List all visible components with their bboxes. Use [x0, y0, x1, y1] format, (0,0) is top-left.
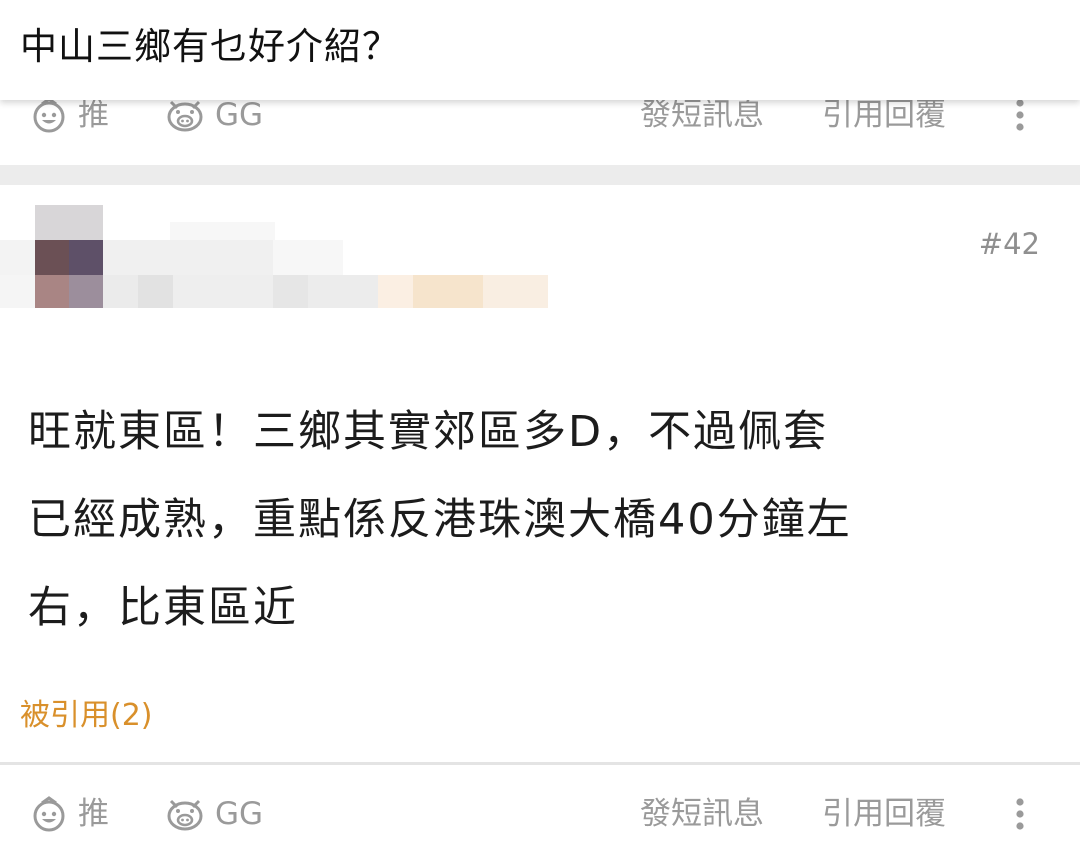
gg-button[interactable]: GG: [165, 794, 263, 834]
post-content-line: 已經成熟，重點係反港珠澳大橋40分鐘左: [28, 495, 852, 545]
push-label: 推: [78, 97, 109, 133]
gg-label: GG: [215, 796, 264, 832]
blurred-avatar[interactable]: [0, 200, 560, 320]
more-options-button[interactable]: [1008, 794, 1032, 834]
quote-reply-button[interactable]: 引用回覆: [822, 95, 946, 135]
send-message-button[interactable]: 發短訊息: [640, 794, 764, 834]
push-label: 推: [78, 796, 109, 832]
push-button[interactable]: 推: [30, 794, 109, 834]
vertical-dots-icon: [1015, 797, 1025, 831]
post-content-line: 右，比東區近: [28, 583, 298, 633]
post-content: 旺就東區！三鄉其實郊區多D，不過佩套 已經成熟，重點係反港珠澳大橋40分鐘左 右…: [28, 388, 1053, 652]
vertical-dots-icon: [1015, 98, 1025, 132]
more-options-button[interactable]: [1008, 95, 1032, 135]
post-action-bar: 推 GG 發短訊息 引用回覆: [0, 783, 1080, 845]
gg-button[interactable]: GG: [165, 95, 263, 135]
gg-label: GG: [215, 97, 264, 133]
push-button[interactable]: 推: [30, 95, 109, 135]
quoted-by-link[interactable]: 被引用(2): [20, 692, 153, 740]
post-content-line: 旺就東區！三鄉其實郊區多D，不過佩套: [28, 407, 829, 457]
quote-reply-button[interactable]: 引用回覆: [822, 794, 946, 834]
thread-title: 中山三鄉有乜好介紹？: [20, 25, 400, 68]
pig-face-icon: [165, 96, 205, 134]
post-separator: [0, 165, 1080, 185]
smiley-face-icon: [30, 96, 68, 134]
thread-title-bar: 中山三鄉有乜好介紹？: [0, 0, 1080, 100]
post-number[interactable]: #42: [979, 224, 1040, 264]
smiley-face-icon: [30, 795, 68, 833]
pig-face-icon: [165, 795, 205, 833]
send-message-button[interactable]: 發短訊息: [640, 95, 764, 135]
action-divider: [0, 762, 1080, 765]
